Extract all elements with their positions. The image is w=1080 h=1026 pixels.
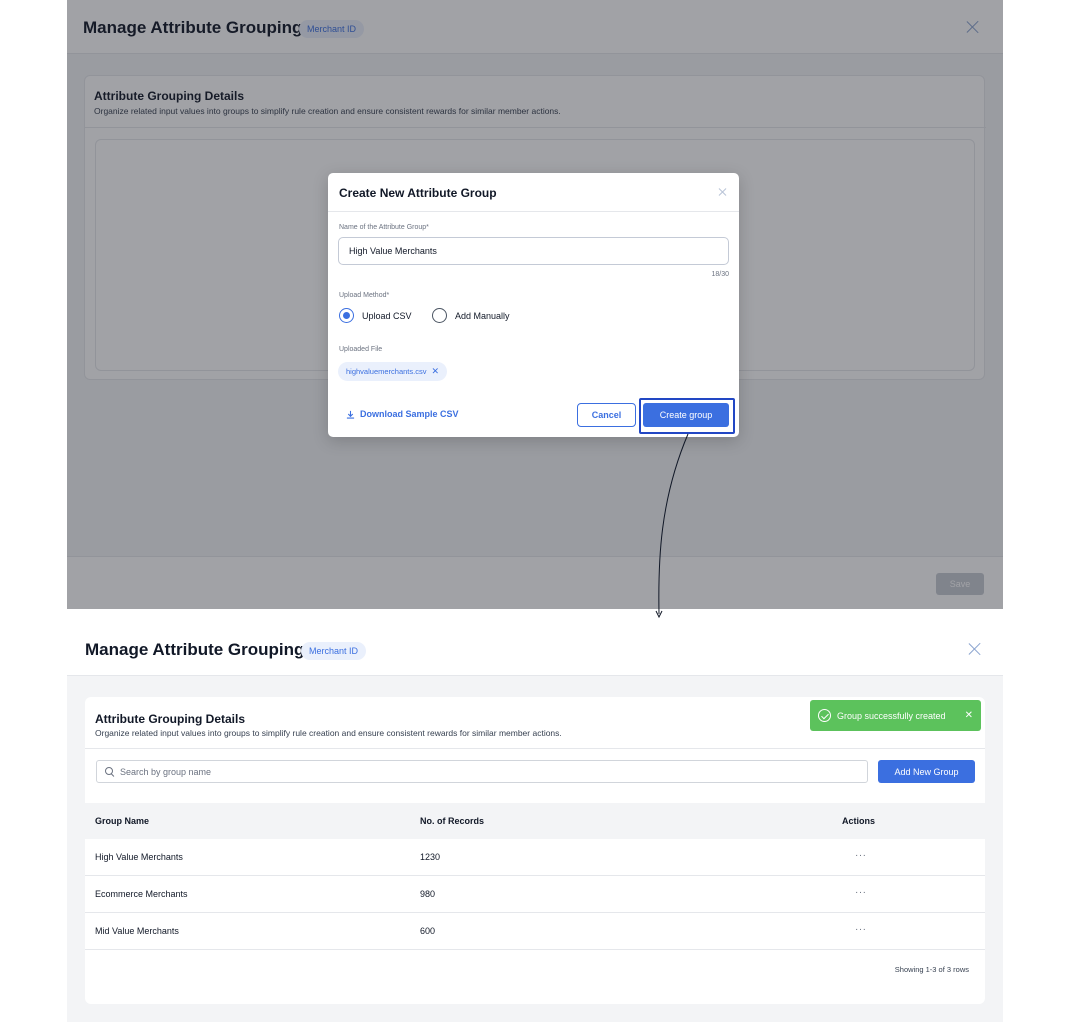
table-row: High Value Merchants 1230 ··· [85, 839, 985, 876]
upload-method-label: Upload Method* [339, 292, 390, 299]
flow-stage: Manage Attribute Grouping Merchant ID At… [0, 0, 1080, 1026]
more-actions-icon[interactable]: ··· [855, 850, 867, 861]
records-cell: 600 [420, 926, 436, 936]
remove-file-icon[interactable]: ✕ [431, 367, 439, 376]
table-row: Ecommerce Merchants 980 ··· [85, 876, 985, 913]
add-manually-radio[interactable] [432, 308, 447, 323]
records-cell: 1230 [420, 852, 441, 862]
column-records: No. of Records [420, 816, 485, 826]
group-name-label: Name of the Attribute Group* [339, 224, 429, 231]
bottom-screen: Manage Attribute Grouping Merchant ID At… [67, 621, 1003, 1022]
group-name-cell: High Value Merchants [95, 852, 183, 862]
add-manually-label: Add Manually [455, 311, 510, 321]
search-box [96, 760, 868, 783]
close-icon[interactable]: ✕ [965, 710, 973, 721]
attribute-grouping-card: Attribute Grouping Details Organize rela… [85, 697, 985, 1004]
more-actions-icon[interactable]: ··· [855, 887, 867, 898]
divider [328, 211, 739, 212]
pagination-summary: Showing 1-3 of 3 rows [894, 965, 969, 974]
download-icon [346, 410, 355, 419]
uploaded-file-chip: highvaluemerchants.csv ✕ [338, 362, 448, 381]
character-counter: 18/30 [711, 271, 729, 278]
uploaded-file-label: Uploaded File [339, 346, 383, 353]
search-input[interactable] [120, 766, 820, 777]
card-description: Organize related input values into group… [95, 728, 562, 738]
search-icon [105, 766, 115, 777]
group-name-cell: Mid Value Merchants [95, 926, 179, 936]
modal-title: Create New Attribute Group [339, 186, 497, 200]
close-icon[interactable] [718, 188, 726, 196]
table-header: Group Name No. of Records Actions [85, 803, 985, 839]
divider [85, 748, 985, 749]
file-name: highvaluemerchants.csv [346, 367, 427, 376]
success-toast: Group successfully created ✕ [810, 700, 981, 731]
add-new-group-button[interactable]: Add New Group [878, 760, 975, 783]
group-name-input[interactable] [338, 237, 729, 265]
column-group-name: Group Name [95, 816, 150, 826]
toast-message: Group successfully created [837, 710, 946, 721]
table-row: Mid Value Merchants 600 ··· [85, 913, 985, 950]
bottom-header: Manage Attribute Grouping Merchant ID [67, 621, 1003, 676]
column-actions: Actions [842, 816, 876, 826]
upload-csv-label: Upload CSV [362, 311, 412, 321]
merchant-id-badge: Merchant ID [301, 642, 367, 660]
page-title: Manage Attribute Grouping [85, 640, 305, 659]
card-title: Attribute Grouping Details [95, 712, 245, 726]
records-cell: 980 [420, 889, 436, 899]
cancel-button[interactable]: Cancel [577, 403, 636, 427]
upload-csv-radio[interactable] [339, 308, 354, 323]
close-icon[interactable] [968, 642, 982, 656]
download-sample-label: Download Sample CSV [360, 409, 459, 419]
group-name-cell: Ecommerce Merchants [95, 889, 188, 899]
more-actions-icon[interactable]: ··· [855, 924, 867, 935]
click-highlight [639, 398, 735, 434]
check-circle-icon [818, 709, 831, 722]
download-sample-link[interactable]: Download Sample CSV [346, 409, 459, 419]
